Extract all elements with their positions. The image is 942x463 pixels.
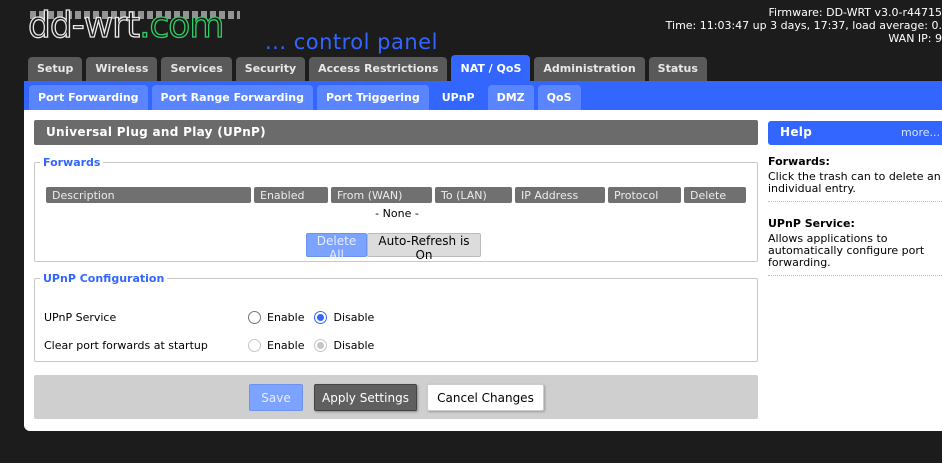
clear-forwards-enable-radio[interactable] <box>248 339 261 352</box>
col-enabled: Enabled <box>254 187 328 203</box>
upnp-config-legend: UPnP Configuration <box>43 272 165 285</box>
col-from-wan: From (WAN) <box>331 187 432 203</box>
clear-forwards-enable-label: Enable <box>267 339 305 352</box>
help-header: Help more... <box>768 121 942 145</box>
logo-tld-text: .com <box>138 5 225 46</box>
main-nav: Setup Wireless Services Security Access … <box>28 55 707 81</box>
subtab-qos[interactable]: QoS <box>537 85 581 110</box>
tab-setup[interactable]: Setup <box>28 57 83 81</box>
forwards-buttons: Delete All Auto-Refresh is On <box>306 233 481 262</box>
clear-forwards-row: Clear port forwards at startup Enable Di… <box>44 339 384 352</box>
subtab-port-forwarding[interactable]: Port Forwarding <box>29 85 148 110</box>
help-item-upnp-service: UPnP Service: Allows applications to aut… <box>768 218 942 276</box>
wan-ip-text: WAN IP: 9 <box>888 32 942 45</box>
subtab-dmz[interactable]: DMZ <box>487 85 534 110</box>
upnp-service-row: UPnP Service Enable Disable <box>44 311 384 324</box>
upnp-service-enable-option[interactable]: Enable <box>248 311 304 324</box>
upnp-service-label: UPnP Service <box>44 311 117 324</box>
tab-administration[interactable]: Administration <box>534 57 645 81</box>
col-protocol: Protocol <box>608 187 681 203</box>
upnp-service-enable-radio[interactable] <box>248 311 261 324</box>
tab-wireless[interactable]: Wireless <box>86 57 158 81</box>
tab-security[interactable]: Security <box>235 57 306 81</box>
clear-forwards-label: Clear port forwards at startup <box>44 339 208 352</box>
col-ip-address: IP Address <box>515 187 605 203</box>
header: dd-wrt.com ... control panel Firmware: D… <box>0 0 942 58</box>
upnp-service-enable-label: Enable <box>267 311 305 324</box>
upnp-service-disable-radio[interactable] <box>314 311 328 324</box>
tab-services[interactable]: Services <box>161 57 232 81</box>
clear-forwards-enable-option[interactable]: Enable <box>248 339 304 352</box>
save-button[interactable]: Save <box>249 384 303 411</box>
action-bar: Save Apply Settings Cancel Changes <box>34 375 758 419</box>
col-description: Description <box>46 187 251 203</box>
logo-tagline: ... control panel <box>265 30 438 54</box>
tab-access-restrictions[interactable]: Access Restrictions <box>309 57 448 81</box>
upnp-config-fieldset: UPnP Configuration UPnP Service Enable D… <box>34 272 758 362</box>
sub-nav: Port Forwarding Port Range Forwarding Po… <box>29 85 581 110</box>
logo-main-text: dd-wrt <box>27 5 140 46</box>
help-item-title: Forwards: <box>768 155 830 168</box>
subtab-port-triggering[interactable]: Port Triggering <box>316 85 429 110</box>
upnp-service-disable-option[interactable]: Disable <box>314 311 374 324</box>
forwards-legend: Forwards <box>43 156 101 169</box>
tab-nat-qos[interactable]: NAT / QoS <box>451 55 531 81</box>
help-item-title: UPnP Service: <box>768 217 855 230</box>
subtab-port-range-forwarding[interactable]: Port Range Forwarding <box>151 85 313 110</box>
clear-forwards-disable-option[interactable]: Disable <box>314 339 374 352</box>
apply-settings-button[interactable]: Apply Settings <box>314 384 417 411</box>
forwards-empty-text: - None - <box>375 207 419 220</box>
clear-forwards-disable-label: Disable <box>333 339 375 352</box>
upnp-service-disable-label: Disable <box>333 311 375 324</box>
col-to-lan: To (LAN) <box>435 187 512 203</box>
content-panel: Universal Plug and Play (UPnP) Forwards … <box>24 110 942 431</box>
system-info: Firmware: DD-WRT v3.0-r44715 Time: 11:03… <box>666 6 942 45</box>
tab-status[interactable]: Status <box>648 57 707 81</box>
help-item-forwards: Forwards: Click the trash can to delete … <box>768 156 942 202</box>
clear-forwards-disable-radio[interactable] <box>314 339 328 352</box>
uptime-text: Time: 11:03:47 up 3 days, 17:37, load av… <box>665 19 942 32</box>
page-title: Universal Plug and Play (UPnP) <box>34 120 758 145</box>
ddwrt-logo[interactable]: dd-wrt.com ... control panel <box>27 5 468 56</box>
delete-all-button[interactable]: Delete All <box>306 233 367 262</box>
firmware-version: Firmware: DD-WRT v3.0-r44715 <box>768 6 942 19</box>
forwards-fieldset: Forwards Description Enabled From (WAN) … <box>34 156 758 262</box>
logo-wordmark: dd-wrt.com <box>27 5 225 46</box>
help-more-link[interactable]: more... <box>901 126 940 139</box>
help-item-text: Allows applications to automatically con… <box>768 232 925 269</box>
forwards-table: Description Enabled From (WAN) To (LAN) … <box>43 187 749 203</box>
forwards-header-row: Description Enabled From (WAN) To (LAN) … <box>46 187 746 203</box>
help-item-text: Click the trash can to delete an individ… <box>768 170 941 195</box>
subtab-upnp[interactable]: UPnP <box>432 85 484 110</box>
help-title: Help <box>780 125 813 139</box>
cancel-changes-button[interactable]: Cancel Changes <box>427 384 544 411</box>
auto-refresh-button[interactable]: Auto-Refresh is On <box>367 233 481 262</box>
col-delete: Delete <box>684 187 746 203</box>
